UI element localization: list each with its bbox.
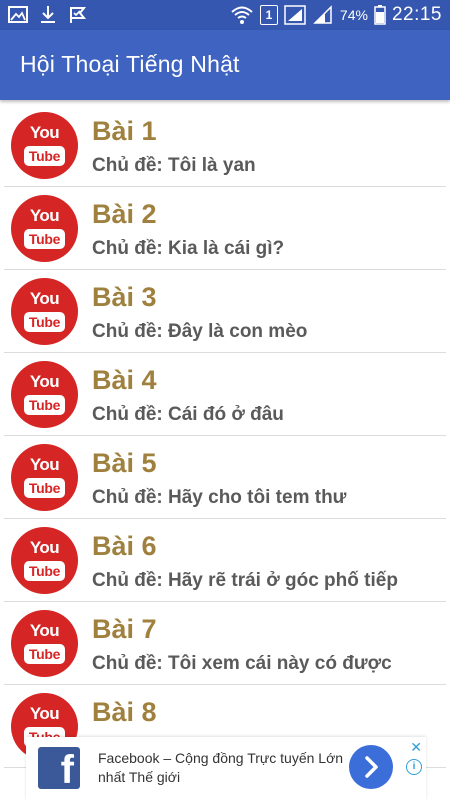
facebook-logo-icon: f <box>38 747 80 792</box>
signal-icon-sim1 <box>284 5 306 25</box>
lesson-topic: Chủ đề: Cái đó ở đâu <box>92 404 284 425</box>
youtube-icon: You Tube <box>11 195 78 262</box>
ad-close-icon[interactable]: ✕ <box>410 739 422 756</box>
lesson-title: Bài 2 <box>92 199 157 229</box>
lesson-item-6[interactable]: You Tube Bài 6 Chủ đề: Hãy rẽ trái ở góc… <box>4 519 446 602</box>
lesson-item-5[interactable]: You Tube Bài 5 Chủ đề: Hãy cho tôi tem t… <box>4 436 446 519</box>
lesson-topic: Chủ đề: Tôi là yan <box>92 155 256 176</box>
lesson-item-7[interactable]: You Tube Bài 7 Chủ đề: Tôi xem cái này c… <box>4 602 446 685</box>
lesson-list: You Tube Bài 1 Chủ đề: Tôi là yan You Tu… <box>0 104 450 768</box>
signal-icon-sim2 <box>313 5 332 24</box>
lesson-item-1[interactable]: You Tube Bài 1 Chủ đề: Tôi là yan <box>4 104 446 187</box>
youtube-icon: You Tube <box>11 527 78 594</box>
battery-icon <box>374 5 386 25</box>
lesson-title: Bài 4 <box>92 365 157 395</box>
app-bar: Hội Thoại Tiếng Nhật <box>0 30 450 100</box>
lesson-topic: Chủ đề: Hãy cho tôi tem thư <box>92 487 347 508</box>
wifi-icon <box>231 6 253 24</box>
lesson-item-3[interactable]: You Tube Bài 3 Chủ đề: Đây là con mèo <box>4 270 446 353</box>
lesson-topic: Chủ đề: Tôi xem cái này có được <box>92 653 392 674</box>
ad-banner[interactable]: f Facebook – Cộng đồng Trực tuyến Lớn nh… <box>26 737 426 800</box>
battery-percent: 74% <box>339 7 368 23</box>
lesson-item-4[interactable]: You Tube Bài 4 Chủ đề: Cái đó ở đâu <box>4 353 446 436</box>
ad-open-button[interactable] <box>349 745 393 789</box>
lesson-topic: Chủ đề: Đây là con mèo <box>92 321 308 342</box>
youtube-icon: You Tube <box>11 444 78 511</box>
check-flag-icon <box>70 7 87 23</box>
chevron-right-icon <box>365 756 378 778</box>
youtube-icon: You Tube <box>11 112 78 179</box>
lesson-title: Bài 3 <box>92 282 157 312</box>
lesson-title: Bài 5 <box>92 448 157 478</box>
lesson-title: Bài 8 <box>92 697 157 727</box>
lesson-title: Bài 6 <box>92 531 157 561</box>
status-bar: 1 74% 22:15 <box>0 0 450 30</box>
lesson-title: Bài 1 <box>92 116 157 146</box>
clock: 22:15 <box>391 4 442 25</box>
youtube-icon: You Tube <box>11 610 78 677</box>
youtube-icon: You Tube <box>11 278 78 345</box>
lesson-title: Bài 7 <box>92 614 157 644</box>
ad-text: Facebook – Cộng đồng Trực tuyến Lớn nhất… <box>98 750 344 785</box>
ad-info-icon[interactable]: i <box>406 759 422 775</box>
lesson-topic: Chủ đề: Kia là cái gì? <box>92 238 285 259</box>
lesson-item-2[interactable]: You Tube Bài 2 Chủ đề: Kia là cái gì? <box>4 187 446 270</box>
youtube-icon: You Tube <box>11 361 78 428</box>
app-title: Hội Thoại Tiếng Nhật <box>20 51 240 77</box>
download-icon <box>41 6 55 23</box>
notification-icons <box>8 5 88 25</box>
lesson-topic: Chủ đề: Hãy rẽ trái ở góc phố tiếp <box>92 570 398 591</box>
sim-slot-badge: 1 <box>259 5 278 25</box>
image-icon <box>8 6 28 23</box>
system-icons: 1 74% 22:15 <box>230 4 442 26</box>
